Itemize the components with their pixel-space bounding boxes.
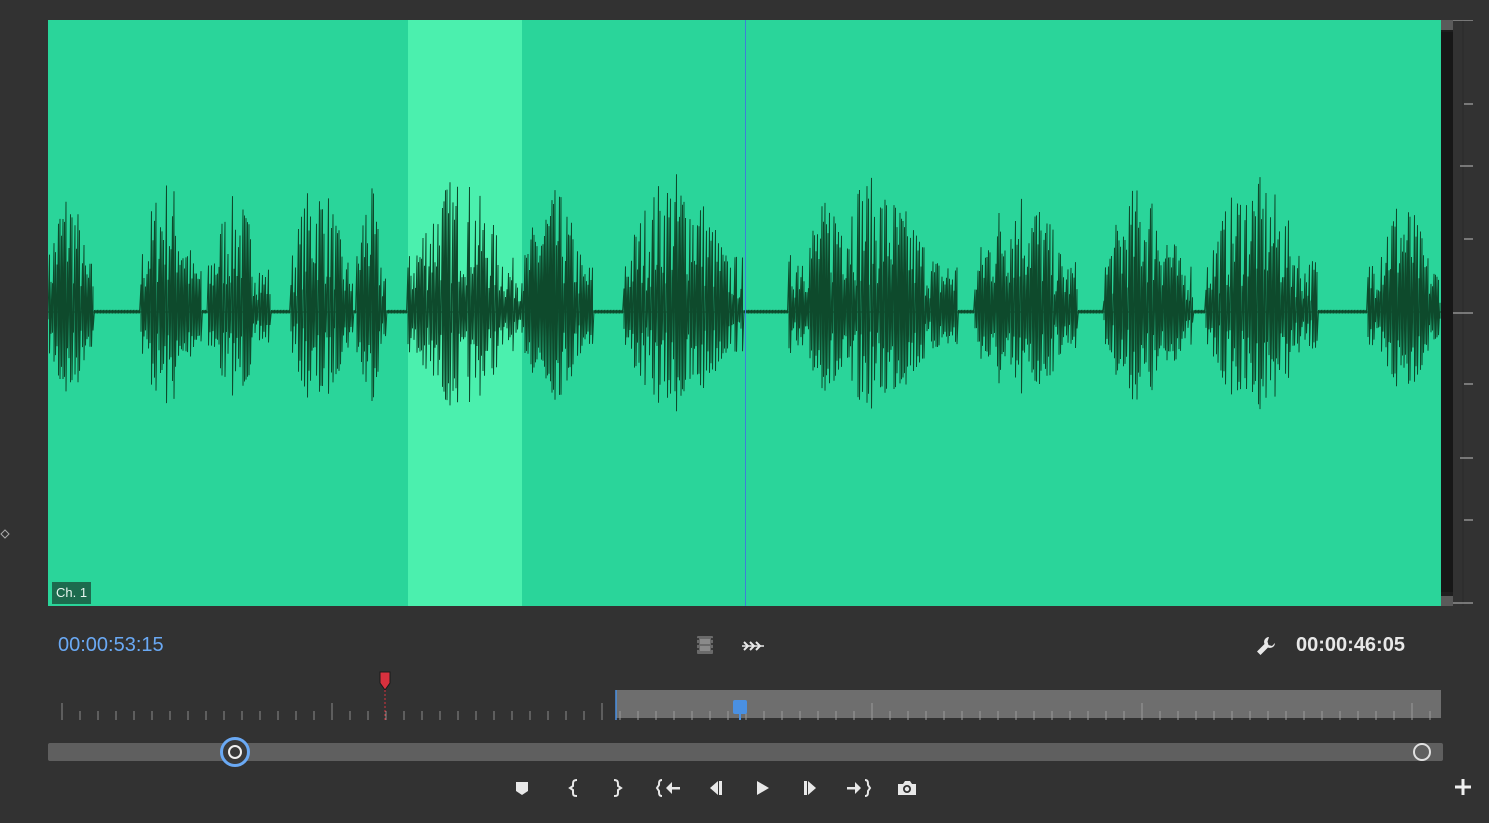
mark-in-icon[interactable] xyxy=(563,774,585,802)
scrollbar-top-cap[interactable] xyxy=(1441,20,1453,30)
play-icon[interactable] xyxy=(750,774,774,802)
vertical-scrollbar[interactable] xyxy=(1441,20,1453,606)
film-strip-icon[interactable] xyxy=(694,634,716,656)
export-frame-icon[interactable] xyxy=(894,774,920,802)
waveform-path xyxy=(48,174,1441,412)
add-marker-icon[interactable] xyxy=(511,774,533,802)
step-back-icon[interactable] xyxy=(704,774,728,802)
playhead-handle xyxy=(733,700,747,714)
audio-waveform-icon[interactable] xyxy=(740,635,766,657)
mark-out-icon[interactable] xyxy=(606,774,628,802)
audio-waveform-display[interactable]: Ch. 1 xyxy=(48,20,1441,606)
playhead-line[interactable] xyxy=(745,20,746,606)
go-to-in-icon[interactable] xyxy=(654,774,682,802)
playhead-timecode[interactable]: 00:00:53:15 xyxy=(58,634,164,657)
zoom-handle-left[interactable] xyxy=(220,737,250,767)
amplitude-level-ruler xyxy=(1453,20,1473,606)
scrollbar-bottom-cap[interactable] xyxy=(1441,596,1453,606)
panel-collapse-handle[interactable] xyxy=(0,527,10,541)
zoom-handle-right[interactable] xyxy=(1413,743,1431,761)
step-forward-icon[interactable] xyxy=(798,774,822,802)
plus-icon[interactable] xyxy=(1452,776,1474,798)
zoom-scroll-bar[interactable] xyxy=(48,743,1443,761)
time-ruler[interactable] xyxy=(48,668,1441,722)
duration-timecode: 00:00:46:05 xyxy=(1296,634,1405,656)
channel-label: Ch. 1 xyxy=(52,582,92,604)
scrollbar-thumb[interactable] xyxy=(1441,32,1453,592)
wrench-icon[interactable] xyxy=(1254,634,1278,658)
go-to-out-icon[interactable] xyxy=(845,774,873,802)
marker-icon xyxy=(379,671,391,691)
